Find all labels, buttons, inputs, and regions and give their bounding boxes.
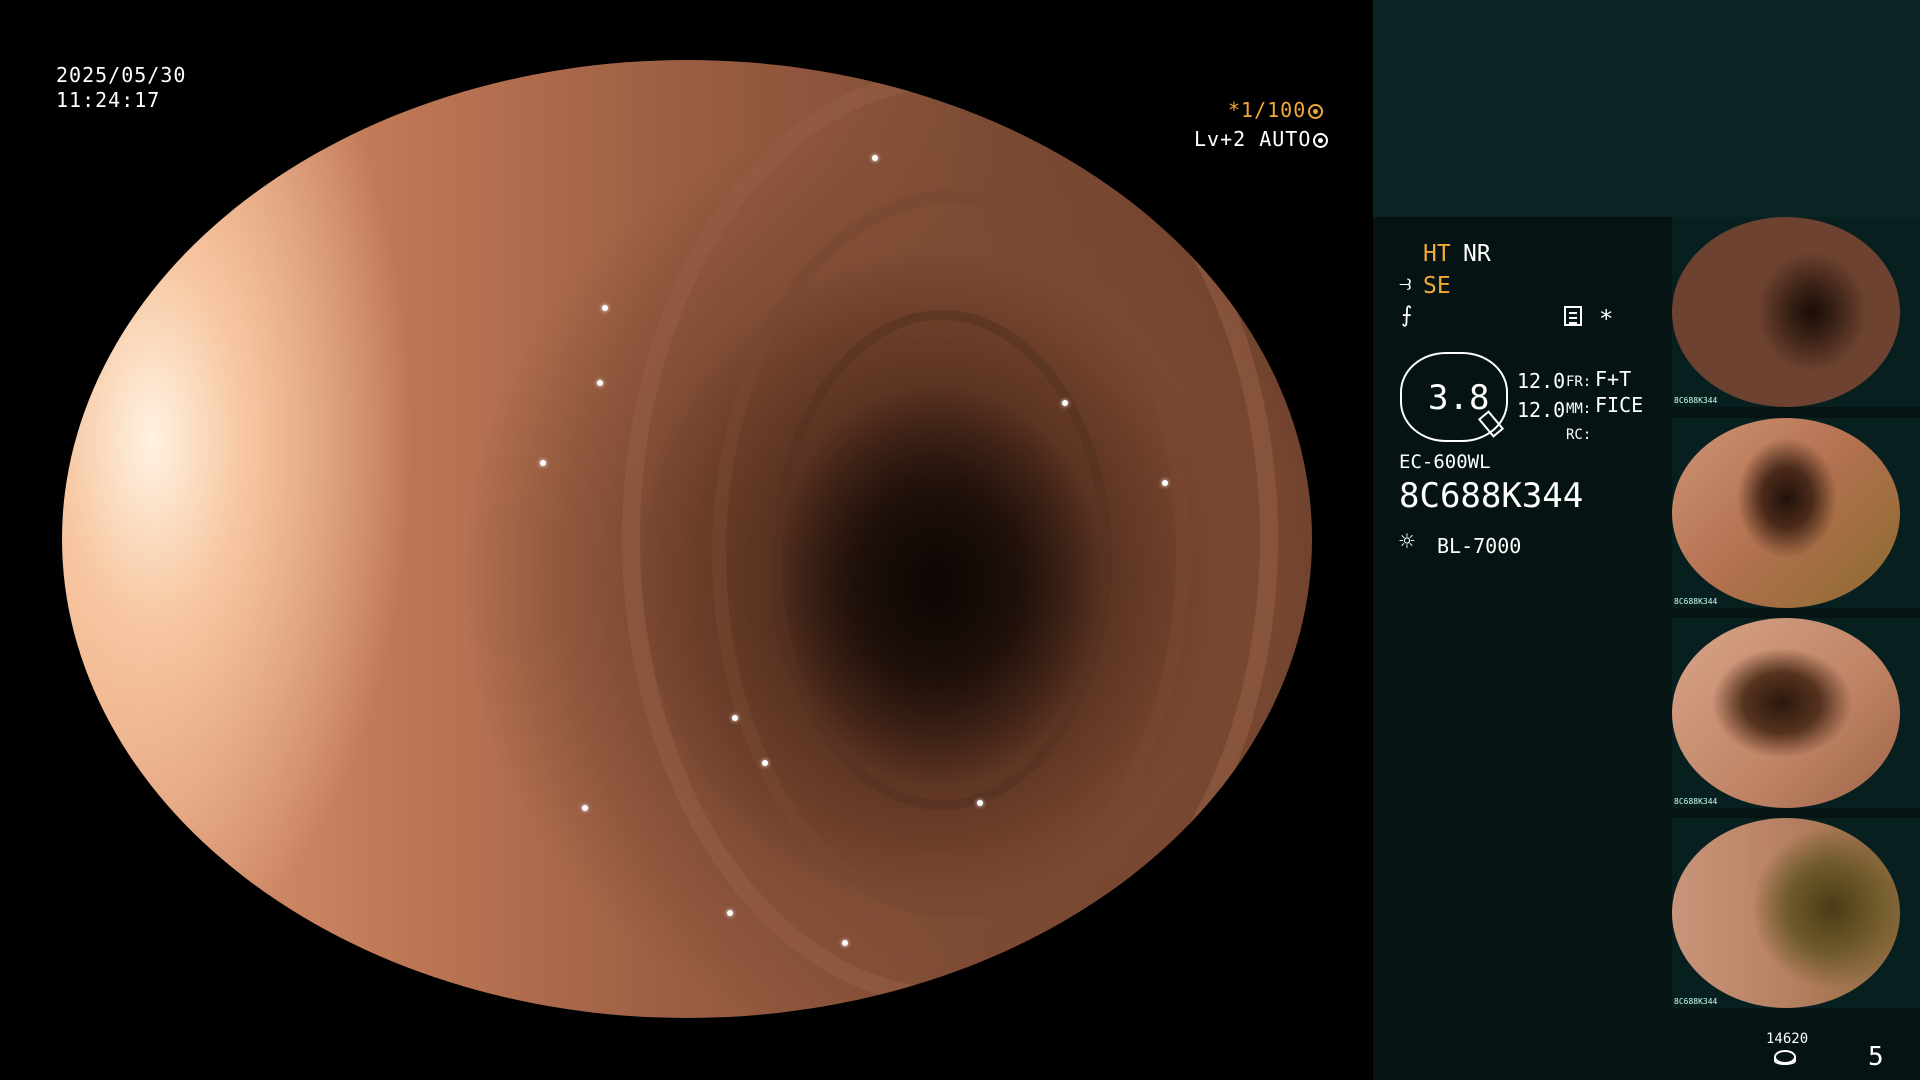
captured-image-thumbnail[interactable]: 8C688K344: [1672, 418, 1920, 608]
light-source-icon: ☼: [1399, 527, 1415, 557]
light-reflection: [872, 155, 878, 161]
light-reflection: [1022, 120, 1028, 126]
captured-image-thumbnail[interactable]: 8C688K344: [1672, 818, 1920, 1008]
ht-indicator: HT: [1423, 241, 1451, 267]
nr-indicator: NR: [1463, 241, 1491, 267]
shutter-overlay: *1/100: [1228, 98, 1324, 123]
level-text: Lv+2 AUTO: [1194, 127, 1312, 151]
time-text: 11:24:17: [56, 88, 161, 112]
thumbnail-caption: 8C688K344: [1674, 396, 1718, 405]
page-number: 5: [1868, 1042, 1884, 1072]
zoom-value: 3.8: [1428, 378, 1490, 418]
thumbnail-image: [1672, 818, 1900, 1008]
date-time-overlay: 2025/05/30 11:24:17: [56, 63, 186, 113]
light-reflection: [977, 800, 983, 806]
storage-disk-icon: [1774, 1050, 1796, 1065]
scope-tip-icon: [1477, 410, 1505, 438]
thumbnail-image: [1672, 217, 1900, 407]
light-reflection: [597, 380, 603, 386]
fr-label: FR:: [1566, 374, 1592, 390]
zoom-indicator: 3.8: [1400, 352, 1508, 442]
view-mask-bottom: [0, 1018, 1372, 1080]
menu-list-icon: [1564, 306, 1582, 326]
storage-counter: 14620: [1766, 1031, 1809, 1047]
setting-value-1: 12.0: [1517, 369, 1566, 393]
light-reflection: [732, 715, 738, 721]
view-mask-top: [0, 0, 1372, 60]
thumbnail-image: [1672, 418, 1900, 608]
thumbnail-image: [1672, 618, 1900, 808]
top-info-area: [1373, 0, 1920, 217]
light-reflection: [1162, 480, 1168, 486]
mm-value: FICE: [1595, 393, 1644, 417]
aperture-icon: [1308, 104, 1324, 119]
mucosal-fold: [772, 310, 1112, 810]
endoscope-image: [62, 60, 1312, 1018]
mm-label: MM:: [1566, 401, 1592, 417]
setting-value-2: 12.0: [1517, 398, 1566, 422]
thumbnail-caption: 8C688K344: [1674, 797, 1718, 806]
edge-enhance-icon: ⨍: [1401, 303, 1413, 328]
thumbnail-caption: 8C688K344: [1674, 997, 1718, 1006]
auto-iris-icon: [1313, 133, 1329, 148]
light-reflection: [842, 940, 848, 946]
shutter-text: *1/100: [1228, 98, 1307, 122]
structure-enhance-icon: ⥽: [1399, 271, 1412, 296]
star-indicator: *: [1599, 305, 1614, 333]
light-reflection: [727, 910, 733, 916]
light-source-model: BL-7000: [1437, 534, 1522, 558]
light-reflection: [602, 305, 608, 311]
level-overlay: Lv+2 AUTO: [1194, 127, 1329, 152]
light-reflection: [1062, 400, 1068, 406]
captured-image-thumbnail[interactable]: 8C688K344: [1672, 217, 1920, 407]
light-reflection: [762, 760, 768, 766]
fr-value: F+T: [1595, 367, 1632, 391]
thumbnail-caption: 8C688K344: [1674, 597, 1718, 606]
endoscope-live-view: 2025/05/30 11:24:17 *1/100 Lv+2 AUTO: [0, 0, 1372, 1080]
rc-label: RC:: [1566, 427, 1592, 443]
date-text: 2025/05/30: [56, 63, 187, 87]
light-reflection: [540, 460, 546, 466]
light-reflection: [582, 805, 588, 811]
captured-image-thumbnail[interactable]: 8C688K344: [1672, 618, 1920, 808]
scope-serial: 8C688K344: [1399, 476, 1584, 516]
se-indicator: SE: [1423, 273, 1451, 299]
scope-model: EC-600WL: [1399, 451, 1491, 473]
